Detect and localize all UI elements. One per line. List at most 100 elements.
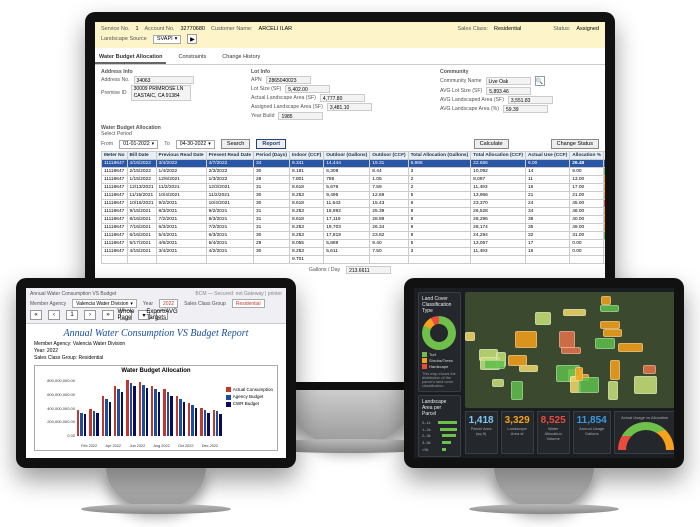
comm-field-value[interactable]: Live Oak xyxy=(486,77,531,85)
chart-bar xyxy=(117,389,119,436)
report-viewer-screen: Annual Water Consumption VS Budget BCM —… xyxy=(26,288,286,458)
table-header[interactable]: Period (Days) xyxy=(254,152,290,160)
class-label: Sales Class Group xyxy=(184,301,226,307)
table-row[interactable]: 111186474/15/20213/4/20214/2/2021308.253… xyxy=(102,248,606,256)
map-parcel[interactable] xyxy=(603,329,622,336)
table-header[interactable]: Water Use Classification xyxy=(604,152,606,160)
source-select[interactable]: SVAPI ▾ xyxy=(153,35,182,44)
map-parcel[interactable] xyxy=(563,309,585,316)
report-nav-button[interactable]: › xyxy=(84,310,96,320)
map-parcel[interactable] xyxy=(535,312,551,325)
agency-select[interactable]: Valencia Water Division▾ xyxy=(72,299,137,308)
chart-bar xyxy=(133,386,135,436)
map-parcel[interactable] xyxy=(601,296,611,305)
lcct-donut xyxy=(422,316,456,350)
table-row[interactable]: 111186479/15/20218/3/20219/2/2021318.253… xyxy=(102,208,606,216)
table-header[interactable]: Total Allocation (Gallons) xyxy=(408,152,471,160)
table-header[interactable]: Allocation % xyxy=(570,152,604,160)
table-row[interactable]: 111186478/16/20217/2/20218/3/2021318.618… xyxy=(102,216,606,224)
report-nav-button[interactable]: Whole Page xyxy=(120,310,132,320)
tab-wba[interactable]: Water Budget Allocation xyxy=(95,52,166,64)
lot-field-value[interactable]: 1985 xyxy=(278,112,323,120)
table-header[interactable]: Meter No xyxy=(102,152,128,160)
map-parcel[interactable] xyxy=(511,381,522,400)
chart-bar xyxy=(102,396,104,436)
lot-field-value[interactable]: 3,481.10 xyxy=(327,103,372,111)
table-row[interactable]: 1111864711/15/202110/4/202111/2/2021308.… xyxy=(102,192,606,200)
lot-field-value[interactable]: 2865040023 xyxy=(266,76,311,84)
calculate-button[interactable]: Calculate xyxy=(474,139,509,149)
chart-bar xyxy=(183,402,185,436)
table-header[interactable]: Total Allocation (CCF) xyxy=(471,152,526,160)
map-parcel[interactable] xyxy=(600,321,620,329)
chart-bar xyxy=(207,413,209,436)
map-parcel[interactable] xyxy=(575,367,584,381)
allocation-table[interactable]: Meter NoBill DatePrevious Read DatePrese… xyxy=(101,151,605,264)
chart-bar xyxy=(151,386,153,436)
map-parcel[interactable] xyxy=(600,305,619,312)
map-parcel[interactable] xyxy=(595,338,615,348)
change-status-button[interactable]: Change Status xyxy=(551,139,599,149)
table-header[interactable]: Actual Use (CCF) xyxy=(526,152,570,160)
report-nav-button[interactable]: Export/AVG Targets xyxy=(156,310,168,320)
table-header[interactable]: Indoor (CCF) xyxy=(289,152,323,160)
map-parcel[interactable] xyxy=(610,360,620,379)
map-parcel[interactable] xyxy=(484,360,505,369)
table-row[interactable]: 111186474/16/20223/4/20224/7/2022349.341… xyxy=(102,160,606,168)
table-row[interactable]: 9.701 xyxy=(102,256,606,264)
chart-bar xyxy=(114,386,116,436)
table-row[interactable]: 111186477/16/20216/3/20217/2/2021318.253… xyxy=(102,224,606,232)
table-row[interactable]: 111186475/17/20214/6/20215/4/2021298.055… xyxy=(102,240,606,248)
table-header[interactable]: Outdoor (CCF) xyxy=(370,152,408,160)
comm-field-value[interactable]: 59.39 xyxy=(503,105,548,113)
report-nav-button[interactable]: ‹ xyxy=(48,310,60,320)
lot-field-value[interactable]: 5,402.00 xyxy=(285,85,330,93)
source-label: Landscape Source xyxy=(101,36,147,42)
comm-field-value[interactable]: 5,893.46 xyxy=(486,87,531,95)
report-button[interactable]: Report xyxy=(256,139,286,149)
table-header[interactable]: Previous Read Date xyxy=(156,152,206,160)
run-button[interactable]: ▶ xyxy=(187,34,197,44)
hist-bar: 1–2k xyxy=(422,427,457,432)
addr-num-field[interactable]: 34063 xyxy=(134,76,194,84)
map-parcel[interactable] xyxy=(643,365,656,374)
map-parcel[interactable] xyxy=(492,379,505,388)
table-row[interactable]: 111186476/16/20215/4/20216/3/2021308.253… xyxy=(102,232,606,240)
premise-field[interactable]: 30009 PRIMROSE LN CASTAIC, CA 91384 xyxy=(131,85,191,101)
chart-bar xyxy=(167,392,169,436)
map-parcel[interactable] xyxy=(508,355,527,366)
tab-history[interactable]: Change History xyxy=(218,52,264,64)
table-header[interactable]: Present Read Date xyxy=(206,152,253,160)
report-nav-button[interactable]: » xyxy=(102,310,114,320)
chart-bar xyxy=(216,411,218,436)
table-row[interactable]: 1111864710/15/20219/2/202110/4/2021308.6… xyxy=(102,200,606,208)
class-select[interactable]: Residential xyxy=(232,299,265,308)
year-select[interactable]: 2022 xyxy=(159,299,178,308)
lot-field-value[interactable]: 4,777.80 xyxy=(320,94,365,102)
search-icon[interactable]: 🔍 xyxy=(535,76,545,86)
table-row[interactable]: 1111864712/13/202111/2/202112/3/2021318.… xyxy=(102,184,606,192)
tab-constraints[interactable]: Constraints xyxy=(174,52,210,64)
table-header[interactable]: Bill Date xyxy=(127,152,156,160)
report-nav-button[interactable]: 1 xyxy=(66,310,78,320)
lot-section-title: Lot Info xyxy=(251,69,410,75)
map-parcel[interactable] xyxy=(608,381,618,401)
calendar-icon: ▾ xyxy=(152,141,155,147)
comm-field-value[interactable]: 3,551.83 xyxy=(508,96,553,104)
table-header[interactable]: Outdoor (Gallons) xyxy=(324,152,370,160)
map-parcel[interactable] xyxy=(618,343,643,352)
status: Assigned xyxy=(576,26,599,32)
report-nav-button[interactable]: « xyxy=(30,310,42,320)
map-parcel[interactable] xyxy=(561,347,581,354)
map-parcel[interactable] xyxy=(634,376,657,394)
map-parcel[interactable] xyxy=(559,331,575,348)
to-date[interactable]: 04-30-2022▾ xyxy=(176,140,215,149)
search-button[interactable]: Search xyxy=(221,139,250,149)
map-parcel[interactable] xyxy=(515,331,537,348)
comm-field-label: AVG Lot Size (SF) xyxy=(440,88,482,94)
from-date[interactable]: 01-01-2022▾ xyxy=(119,140,158,149)
map-parcel[interactable] xyxy=(465,332,474,341)
parcel-map[interactable] xyxy=(465,292,674,408)
table-row[interactable]: 111186472/15/20221/4/20222/3/2022308.191… xyxy=(102,168,606,176)
table-row[interactable]: 111186471/15/202212/6/20211/3/2022287.80… xyxy=(102,176,606,184)
